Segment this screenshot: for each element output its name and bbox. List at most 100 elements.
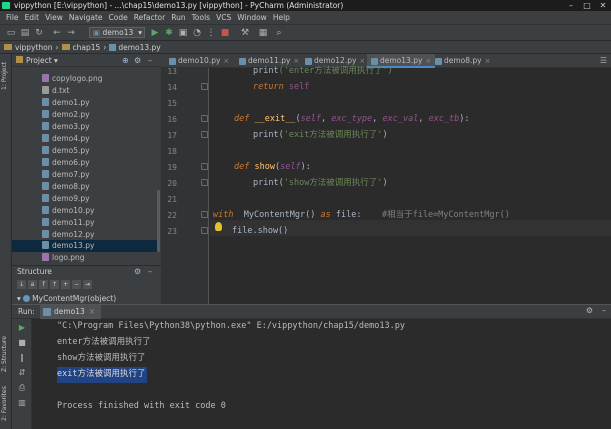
sort-alpha-icon[interactable]: a (28, 280, 37, 289)
trash-icon[interactable]: ▥ (17, 398, 27, 408)
list-item[interactable]: d.txt (42, 85, 159, 97)
settings-wrench-icon[interactable]: ⚒ (240, 28, 250, 38)
list-item[interactable]: demo9.py (42, 193, 159, 205)
list-item[interactable]: demo1.py (42, 97, 159, 109)
list-item[interactable]: demo8.py (42, 181, 159, 193)
list-item[interactable]: copylogo.png (42, 73, 159, 85)
code-line[interactable]: print('show方法被调用执行了') (253, 176, 388, 192)
list-item[interactable]: demo6.py (42, 157, 159, 169)
sync-icon[interactable]: ↻ (34, 28, 44, 38)
navigate-icon[interactable]: ⇥ (83, 280, 92, 289)
maximize-button[interactable]: □ (579, 0, 595, 11)
breadcrumb-item[interactable]: vippython (15, 43, 53, 52)
list-item[interactable]: demo4.py (42, 133, 159, 145)
minimize-button[interactable]: – (563, 0, 579, 11)
menu-vcs[interactable]: VCS (213, 13, 234, 22)
fold-marker-icon[interactable] (201, 227, 208, 234)
chevron-down-icon[interactable]: ▾ (52, 56, 58, 65)
list-item[interactable]: logo.png (42, 252, 159, 264)
fold-marker-icon[interactable] (201, 211, 208, 218)
fold-marker-icon[interactable] (201, 115, 208, 122)
menu-view[interactable]: View (42, 13, 66, 22)
run-tab[interactable]: demo13 × (40, 305, 102, 319)
close-icon[interactable]: × (89, 307, 95, 316)
rerun-icon[interactable]: ▶ (17, 323, 27, 333)
collapse-all-icon[interactable]: − (72, 280, 81, 289)
project-panel-title[interactable]: Project (26, 56, 52, 65)
run-configuration-select[interactable]: ▣ demo13 ▾ (89, 27, 145, 38)
breadcrumb-item[interactable]: chap15 (73, 43, 101, 52)
list-item[interactable]: demo5.py (42, 145, 159, 157)
search-icon[interactable]: ⌕ (274, 28, 284, 38)
fold-marker-icon[interactable] (201, 163, 208, 170)
gear-icon[interactable]: ⚙ (134, 267, 141, 276)
hide-icon[interactable]: – (602, 306, 606, 315)
console-line[interactable]: "C:\Program Files\Python38\python.exe" E… (57, 319, 405, 335)
list-item-selected[interactable]: demo13.py (12, 240, 157, 252)
pause-icon[interactable]: ‖ (17, 353, 27, 363)
concurrency-icon[interactable]: ⋮ (206, 28, 216, 38)
scroll-from-source-icon[interactable]: ⊕ (122, 54, 129, 67)
favorites-tool-tab[interactable]: 2: Favorites (1, 384, 11, 424)
menu-help[interactable]: Help (270, 13, 293, 22)
forward-icon[interactable]: → (66, 28, 76, 38)
open-folder-icon[interactable]: ▭ (6, 28, 16, 38)
structure-item[interactable]: ▾ MyContentMgr(object) (17, 294, 116, 303)
code-line[interactable]: def __exit__(self, exc_type, exc_val, ex… (234, 112, 470, 128)
close-icon[interactable]: × (223, 57, 229, 65)
breadcrumb-item[interactable]: demo13.py (118, 43, 160, 52)
menu-tools[interactable]: Tools (189, 13, 213, 22)
sort-icon[interactable]: ↓ (17, 280, 26, 289)
code-line[interactable]: print('exit方法被调用执行了') (253, 128, 388, 144)
pin-icon[interactable]: ⇵ (17, 368, 27, 378)
close-button[interactable]: ✕ (595, 0, 611, 11)
back-icon[interactable]: ← (52, 28, 62, 38)
fold-marker-icon[interactable] (201, 179, 208, 186)
console-line[interactable]: show方法被调用执行了 (57, 351, 145, 367)
list-item[interactable]: demo11.py (42, 217, 159, 229)
coverage-icon[interactable]: ▣ (178, 28, 188, 38)
save-icon[interactable]: ▤ (20, 28, 30, 38)
code-line[interactable]: print('enter方法被调用执行了') (253, 64, 393, 80)
list-item[interactable]: demo10.py (42, 205, 159, 217)
console-line-selected[interactable]: exit方法被调用执行了 (57, 367, 148, 383)
show-inherited-icon[interactable]: ↑ (50, 280, 59, 289)
code-line-current[interactable]: file.show() (232, 224, 288, 240)
hide-icon[interactable]: – (148, 267, 152, 276)
list-item[interactable]: demo3.py (42, 121, 159, 133)
list-item[interactable]: demo7.py (42, 169, 159, 181)
show-fields-icon[interactable]: f (39, 280, 48, 289)
console-line[interactable]: enter方法被调用执行了 (57, 335, 151, 351)
menu-code[interactable]: Code (106, 13, 131, 22)
menu-file[interactable]: File (3, 13, 22, 22)
menu-edit[interactable]: Edit (22, 13, 43, 22)
code-line[interactable]: with MyContentMgr() as file: #相当于file=My… (213, 208, 510, 224)
menu-navigate[interactable]: Navigate (66, 13, 106, 22)
print-icon[interactable]: ⎙ (17, 383, 27, 393)
gear-icon[interactable]: ⚙ (586, 306, 593, 315)
code-line[interactable]: def show(self): (234, 160, 311, 176)
run-icon[interactable]: ▶ (150, 28, 160, 38)
menu-window[interactable]: Window (234, 13, 270, 22)
structure-tool-tab[interactable]: Z: Structure (1, 332, 11, 376)
list-item[interactable]: demo2.py (42, 109, 159, 121)
profile-icon[interactable]: ◔ (192, 28, 202, 38)
console-line[interactable]: Process finished with exit code 0 (57, 399, 226, 415)
stop-icon[interactable]: ■ (17, 338, 27, 348)
code-line[interactable]: return self (253, 80, 309, 96)
fold-marker-icon[interactable] (201, 83, 208, 90)
close-icon[interactable]: × (485, 57, 491, 65)
menu-run[interactable]: Run (168, 13, 188, 22)
structure-view-icon[interactable]: ▦ (258, 28, 268, 38)
debug-icon[interactable]: ✱ (164, 28, 174, 38)
project-scrollbar[interactable] (157, 190, 160, 252)
project-tool-tab[interactable]: 1: Project (1, 58, 11, 94)
tab-demo8[interactable]: demo8.py × (431, 54, 491, 68)
gear-icon[interactable]: ⚙ (134, 54, 141, 67)
fold-marker-icon[interactable] (201, 131, 208, 138)
hide-icon[interactable]: – (148, 54, 152, 67)
menu-refactor[interactable]: Refactor (131, 13, 168, 22)
stop-icon[interactable]: ■ (220, 28, 230, 38)
expand-all-icon[interactable]: + (61, 280, 70, 289)
tab-overflow-icon[interactable]: ☰ (600, 56, 607, 65)
